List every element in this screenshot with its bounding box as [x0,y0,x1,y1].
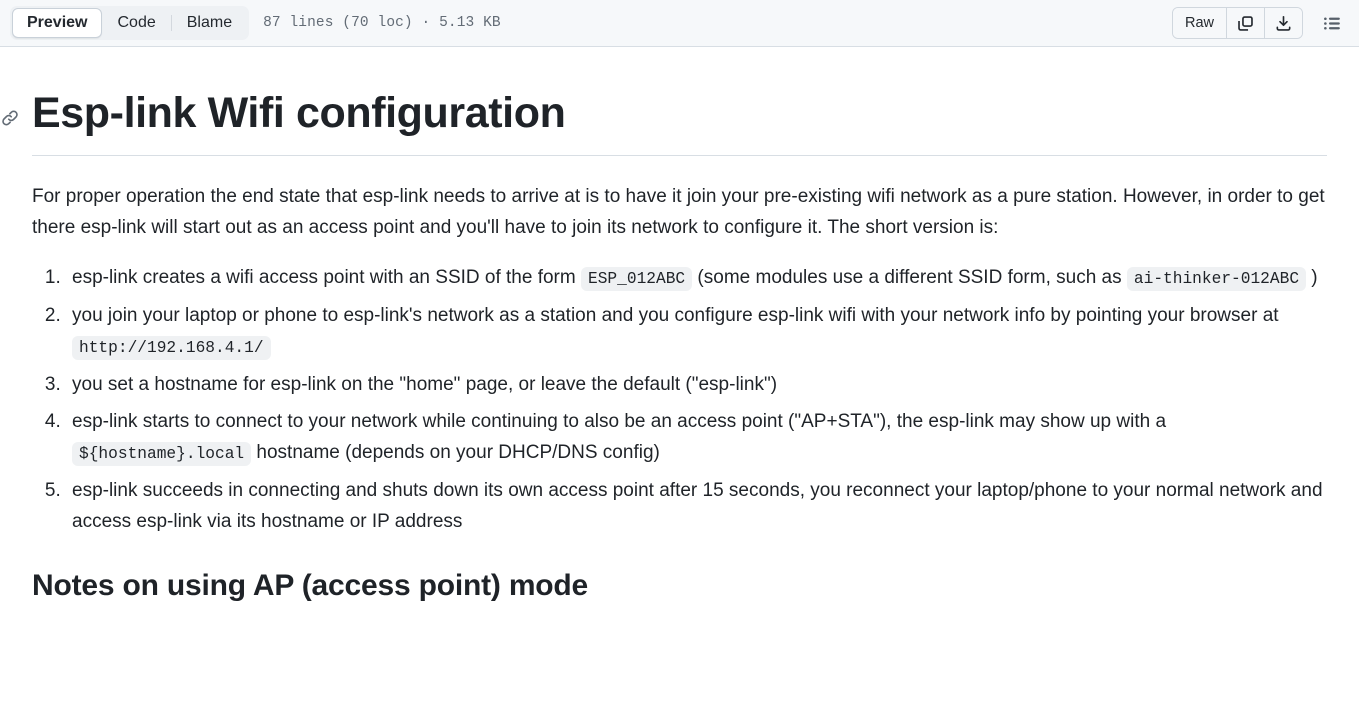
list-item: you join your laptop or phone to esp-lin… [66,301,1327,363]
list-item: esp-link succeeds in connecting and shut… [66,476,1327,538]
view-mode-segmented-control[interactable]: Preview Code Blame [10,6,250,40]
tab-preview[interactable]: Preview [12,8,103,38]
raw-button[interactable]: Raw [1172,8,1227,38]
inline-code: ESP_012ABC [581,267,693,292]
download-raw-file-button[interactable] [1265,8,1302,38]
list-item-text: esp-link starts to connect to your netwo… [72,411,1167,433]
section-heading-ap-mode: Notes on using AP (access point) mode [32,569,589,603]
copy-icon [1237,15,1254,32]
link-icon [0,108,20,128]
markdown-body: Esp-link Wifi configuration For proper o… [2,47,1343,605]
heading-anchor-link[interactable] [0,107,21,129]
page-title: Esp-link Wifi configuration [2,87,1327,156]
inline-code: http://192.168.4.1/ [72,335,271,360]
copy-raw-content-button[interactable] [1227,8,1265,38]
list-item: you set a hostname for esp-link on the "… [66,370,1327,401]
download-icon [1275,15,1292,32]
file-meta-info: 87 lines (70 loc) · 5.13 KB [263,15,501,31]
list-item-text: (some modules use a different SSID form,… [692,267,1127,289]
markdown-preview-pane: Esp-link Wifi configuration For proper o… [0,47,1359,605]
inline-code: ai-thinker-012ABC [1126,267,1307,292]
toolbar-actions: Raw [1171,7,1347,39]
list-item-text: esp-link creates a wifi access point wit… [72,267,581,289]
list-item-text: ) [1306,267,1318,289]
list-item-text: esp-link succeeds in connecting and shut… [72,479,1323,532]
outline-list-icon [1323,14,1342,33]
list-item: esp-link starts to connect to your netwo… [66,407,1327,469]
inline-code: ${hostname}.local [72,442,252,467]
list-item-text: you set a hostname for esp-link on the "… [72,373,778,395]
page-title-text: Esp-link Wifi configuration [32,89,566,137]
list-item-text: you join your laptop or phone to esp-lin… [72,305,1279,327]
file-action-button-group[interactable]: Raw [1171,7,1303,39]
steps-list: esp-link creates a wifi access point wit… [32,263,1327,537]
list-item-text: hostname (depends on your DHCP/DNS confi… [251,442,660,464]
list-item: esp-link creates a wifi access point wit… [66,263,1327,294]
table-of-contents-button[interactable] [1317,8,1347,38]
file-toolbar: Preview Code Blame 87 lines (70 loc) · 5… [0,0,1359,47]
intro-paragraph: For proper operation the end state that … [32,185,1325,238]
tab-code[interactable]: Code [102,8,170,38]
tab-blame[interactable]: Blame [172,8,247,38]
